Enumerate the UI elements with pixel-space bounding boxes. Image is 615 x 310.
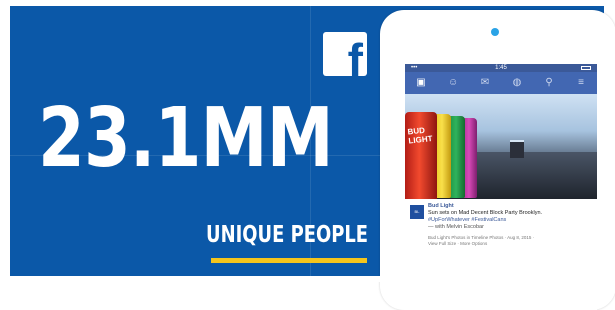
page-bottom — [0, 276, 615, 282]
friends-icon[interactable]: ☺ — [448, 78, 458, 88]
facebook-nav-bar: ▣ ☺ ✉ ◍ ⚲ ≡ — [405, 72, 597, 94]
phone-mockup: ••• 1:45 ▣ ☺ ✉ ◍ ⚲ ≡ BUD LIGHT BL Bud Li… — [380, 10, 615, 310]
battery-icon — [581, 66, 591, 70]
menu-icon[interactable]: ≡ — [576, 78, 586, 88]
stat-value: 23.1MM — [38, 91, 334, 186]
post-text: Sun sets on Mad Decent Block Party Brook… — [428, 210, 543, 216]
stage-image — [510, 140, 524, 158]
stat-label: UNIQUE PEOPLE — [206, 222, 369, 248]
facebook-logo-glyph: f — [347, 34, 363, 76]
beer-can-image: BUD LIGHT — [405, 112, 437, 199]
messages-icon[interactable]: ✉ — [480, 78, 490, 88]
facebook-icon: f — [323, 32, 367, 76]
can-label: BUD LIGHT — [407, 125, 433, 146]
post: BL Bud Light Sun sets on Mad Decent Bloc… — [405, 199, 597, 251]
avatar[interactable]: BL — [410, 205, 424, 219]
status-bar: ••• 1:45 — [405, 64, 597, 72]
home-icon[interactable]: ▣ — [416, 78, 426, 88]
status-time: 1:45 — [495, 65, 507, 71]
globe-icon[interactable]: ◍ — [512, 78, 522, 88]
stat-underline — [211, 258, 367, 263]
post-photo[interactable]: BUD LIGHT — [405, 94, 597, 199]
post-author[interactable]: Bud Light — [428, 203, 592, 210]
post-hashtags[interactable]: #UpForWhatever #FestivalCans — [428, 217, 592, 224]
post-body: Bud Light Sun sets on Mad Decent Block P… — [428, 203, 592, 247]
post-actions[interactable]: View Full Size · More Options — [428, 241, 592, 247]
phone-screen: ••• 1:45 ▣ ☺ ✉ ◍ ⚲ ≡ BUD LIGHT BL Bud Li… — [405, 64, 597, 310]
search-icon[interactable]: ⚲ — [544, 78, 554, 88]
camera-icon — [491, 28, 499, 36]
post-tagged-with[interactable]: — with Melvin Escobar — [428, 224, 592, 231]
